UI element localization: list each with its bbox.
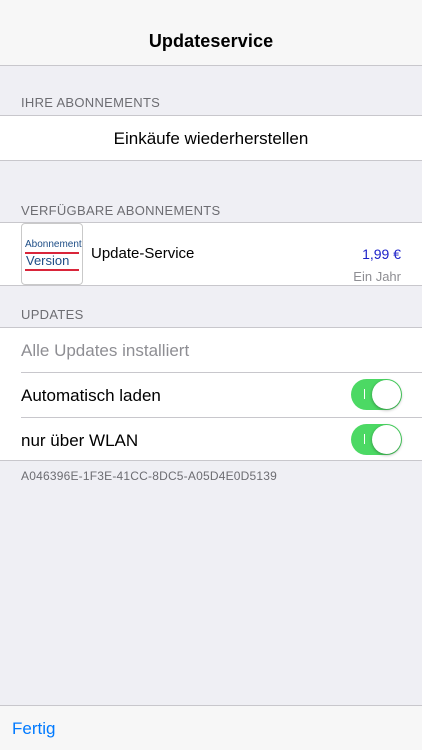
- subscription-period: Ein Jahr: [353, 269, 401, 284]
- subscription-icon-word2: Version: [26, 253, 70, 268]
- device-id-text: A046396E-1F3E-41CC-8DC5-A05D4E0D5139: [21, 469, 278, 483]
- toggle-on-indicator: [364, 389, 365, 399]
- page-title: Updateservice: [148, 31, 274, 51]
- subscription-icon: Abonnement Version: [21, 223, 83, 285]
- subscription-cell[interactable]: Abonnement Version Update-Service 1,99 €…: [0, 222, 422, 286]
- bottom-toolbar: Fertig: [0, 705, 422, 750]
- subscription-price[interactable]: 1,99 €: [362, 246, 401, 262]
- update-status-label: Alle Updates installiert: [21, 341, 190, 360]
- updates-group: Alle Updates installiert Automatisch lad…: [0, 327, 422, 461]
- wlan-only-row: nur über WLAN: [0, 418, 422, 462]
- done-button[interactable]: Fertig: [12, 719, 55, 739]
- restore-purchases-button[interactable]: Einkäufe wiederherstellen: [0, 129, 422, 149]
- update-status-row: Alle Updates installiert: [0, 328, 422, 372]
- toggle-on-indicator: [364, 434, 365, 444]
- auto-load-row: Automatisch laden: [0, 373, 422, 417]
- navigation-bar: Updateservice: [0, 0, 422, 66]
- wlan-only-toggle[interactable]: [351, 424, 402, 455]
- auto-load-label: Automatisch laden: [21, 386, 161, 405]
- auto-load-toggle[interactable]: [351, 379, 402, 410]
- wlan-only-label: nur über WLAN: [21, 431, 139, 450]
- section-header-subscriptions: IHRE ABONNEMENTS: [21, 95, 161, 110]
- subscription-name: Update-Service: [91, 245, 195, 262]
- toggle-knob[interactable]: [372, 425, 401, 454]
- restore-purchases-cell[interactable]: Einkäufe wiederherstellen: [0, 115, 422, 161]
- subscription-icon-word1: Abonnement: [25, 239, 82, 250]
- subscription-icon-line: [25, 269, 79, 271]
- section-header-available: VERFÜGBARE ABONNEMENTS: [21, 203, 221, 218]
- section-header-updates: UPDATES: [21, 307, 84, 322]
- toggle-knob[interactable]: [372, 380, 401, 409]
